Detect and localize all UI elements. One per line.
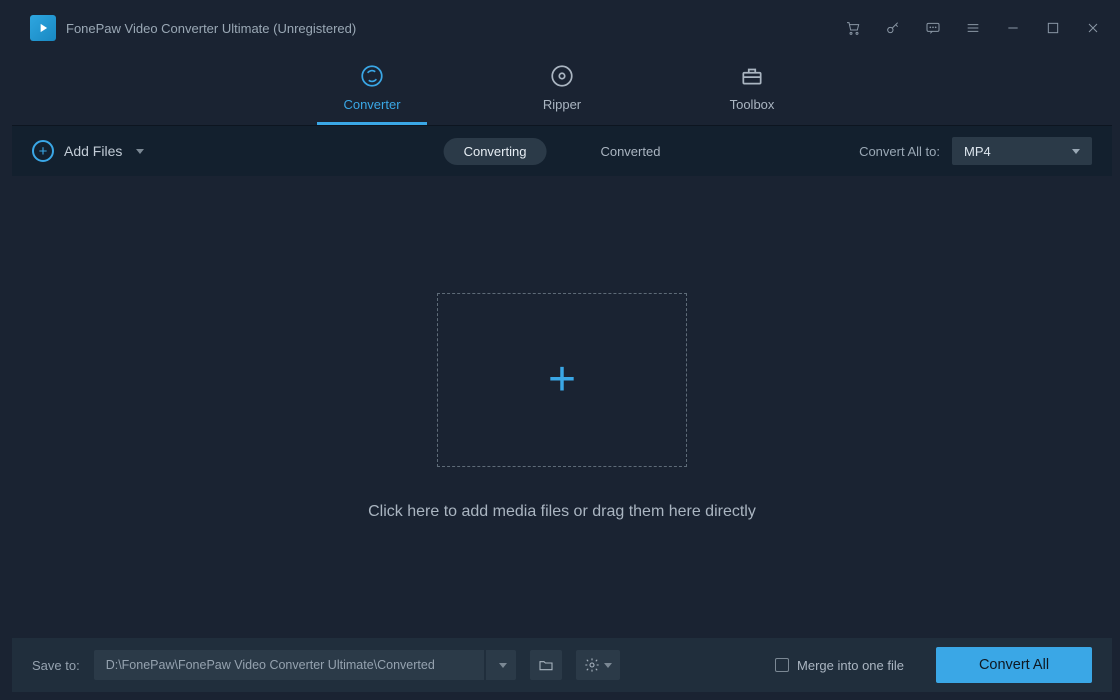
footer: Save to: D:\FonePaw\FonePaw Video Conver…: [12, 638, 1112, 692]
format-select[interactable]: MP4: [952, 137, 1092, 165]
cart-icon[interactable]: [844, 19, 862, 37]
save-to-label: Save to:: [32, 658, 80, 673]
minimize-icon[interactable]: [1004, 19, 1022, 37]
ripper-icon: [549, 63, 575, 89]
tab-converter-label: Converter: [343, 97, 400, 112]
plus-circle-icon: +: [32, 140, 54, 162]
convert-to-wrap: Convert All to: MP4: [859, 137, 1092, 165]
drop-hint: Click here to add media files or drag th…: [368, 503, 756, 521]
content-area: + Click here to add media files or drag …: [12, 176, 1112, 638]
close-icon[interactable]: [1084, 19, 1102, 37]
convert-to-label: Convert All to:: [859, 144, 940, 159]
app-title: FonePaw Video Converter Ultimate (Unregi…: [66, 21, 844, 36]
chevron-down-icon: [136, 149, 144, 154]
key-icon[interactable]: [884, 19, 902, 37]
tab-toolbox-label: Toolbox: [730, 97, 775, 112]
tab-ripper[interactable]: Ripper: [507, 63, 617, 125]
main-tabs: Converter Ripper Toolbox: [12, 50, 1112, 126]
tab-toolbox[interactable]: Toolbox: [697, 63, 807, 125]
save-path-field[interactable]: D:\FonePaw\FonePaw Video Converter Ultim…: [94, 650, 484, 680]
open-folder-button[interactable]: [530, 650, 562, 680]
settings-button[interactable]: [576, 650, 620, 680]
plus-icon: +: [548, 356, 576, 404]
menu-icon[interactable]: [964, 19, 982, 37]
merge-checkbox[interactable]: Merge into one file: [775, 658, 904, 673]
feedback-icon[interactable]: [924, 19, 942, 37]
app-logo-icon: [30, 15, 56, 41]
titlebar: FonePaw Video Converter Ultimate (Unregi…: [12, 6, 1112, 50]
add-files-label: Add Files: [64, 143, 122, 159]
chevron-down-icon: [499, 663, 507, 668]
tab-converter[interactable]: Converter: [317, 63, 427, 125]
status-pills: Converting Converted: [444, 138, 681, 165]
chevron-down-icon: [604, 663, 612, 668]
filter-row: + Add Files Converting Converted Convert…: [12, 126, 1112, 176]
dropzone[interactable]: +: [437, 293, 687, 467]
save-path-wrap: D:\FonePaw\FonePaw Video Converter Ultim…: [94, 650, 516, 680]
toolbox-icon: [739, 63, 765, 89]
save-path-dropdown[interactable]: [486, 650, 516, 680]
maximize-icon[interactable]: [1044, 19, 1062, 37]
titlebar-actions: [844, 19, 1102, 37]
checkbox-icon: [775, 658, 789, 672]
pill-converting[interactable]: Converting: [444, 138, 547, 165]
format-selected-value: MP4: [964, 144, 991, 159]
chevron-down-icon: [1072, 149, 1080, 154]
converter-icon: [359, 63, 385, 89]
convert-all-button[interactable]: Convert All: [936, 647, 1092, 683]
pill-converted[interactable]: Converted: [580, 138, 680, 165]
add-files-button[interactable]: + Add Files: [32, 140, 144, 162]
merge-label: Merge into one file: [797, 658, 904, 673]
app-window: FonePaw Video Converter Ultimate (Unregi…: [12, 6, 1112, 692]
tab-ripper-label: Ripper: [543, 97, 581, 112]
